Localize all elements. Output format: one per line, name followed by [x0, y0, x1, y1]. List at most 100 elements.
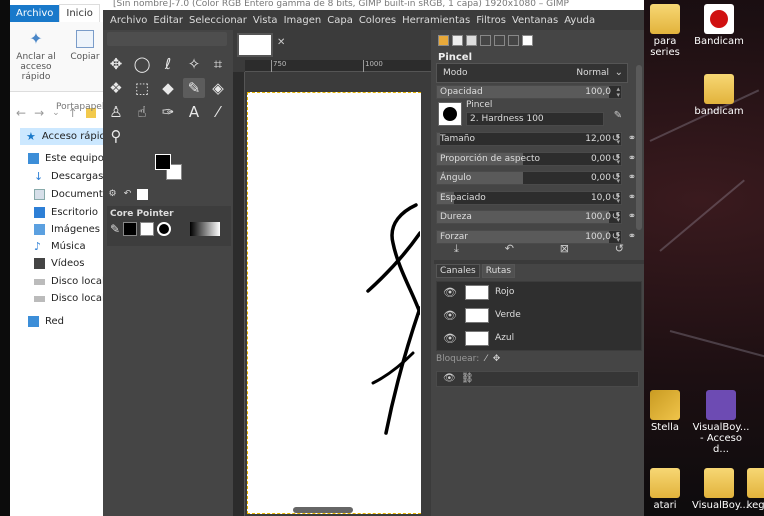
reset-icon[interactable]: ↺ [610, 211, 622, 223]
desktop-icon-bandicam[interactable]: Bandicam [692, 4, 746, 47]
pin-quick-access-button[interactable]: ✦ Anclar al acceso rápido [14, 30, 58, 83]
menu-archivo[interactable]: Archivo [107, 15, 150, 26]
menu-herramientas[interactable]: Herramientas [399, 15, 473, 26]
menu-filtros[interactable]: Filtros [473, 15, 509, 26]
slider-forzar[interactable]: Forzar 100,0 ▴ ▾ [436, 229, 622, 244]
nav-this-pc[interactable]: Este equipo [28, 153, 104, 164]
eye-icon[interactable]: 👁 [443, 310, 457, 322]
nav-desktop[interactable]: Escritorio [34, 207, 98, 218]
brushes-tab-icon[interactable] [452, 34, 463, 46]
ellipse-select-tool[interactable]: ◯ [131, 54, 153, 74]
brush-selector[interactable]: Pincel 2. Hardness 100 ✎ [436, 100, 628, 128]
desktop-icon-para-series[interactable]: para series [640, 4, 690, 58]
link-icon[interactable]: ⚭ [626, 133, 638, 145]
spin-arrows-icon[interactable]: ▴ ▾ [616, 86, 620, 99]
slider-espaciado[interactable]: Espaciado 10,0 ▴ ▾ [436, 190, 622, 205]
menu-capa[interactable]: Capa [324, 15, 356, 26]
copy-button[interactable]: Copiar [68, 30, 102, 62]
link-icon[interactable]: ⚭ [626, 192, 638, 204]
nav-music[interactable]: ♪ Música [34, 241, 86, 252]
reset-icon[interactable]: ↺ [610, 231, 622, 243]
clone-tool[interactable]: ♙ [105, 102, 127, 122]
nav-videos[interactable]: Vídeos [34, 258, 84, 269]
color-picker-tool[interactable]: ⁄ [207, 102, 229, 122]
slider-tamaño[interactable]: Tamaño 12,00 ▴ ▾ [436, 132, 622, 146]
paths-tool[interactable]: ✑ [157, 102, 179, 122]
mode-select[interactable]: Modo Normal ⌄ [436, 63, 628, 83]
eye-icon[interactable]: 👁 [443, 373, 456, 384]
zoom-tool[interactable]: ⚲ [105, 126, 127, 146]
text-tool[interactable]: A [183, 102, 205, 122]
reset-icon[interactable]: ↺ [610, 172, 622, 184]
nav-pictures[interactable]: Imágenes [34, 224, 100, 235]
crop-tool[interactable]: ⌗ [207, 54, 229, 74]
lock-position-icon[interactable]: ✥ [493, 354, 501, 364]
reset-icon[interactable]: ↺ [610, 153, 622, 165]
patterns-tab-icon[interactable] [480, 34, 491, 46]
fuzzy-select-tool[interactable]: ✧ [183, 54, 205, 74]
menu-imagen[interactable]: Imagen [281, 15, 325, 26]
tab-paths[interactable]: Rutas [481, 264, 516, 278]
eraser-tool[interactable]: ◈ [207, 78, 229, 98]
tab-archivo[interactable]: Archivo [10, 5, 60, 22]
menu-editar[interactable]: Editar [150, 15, 186, 26]
nav-disk-c[interactable]: Disco local (C: [34, 276, 105, 287]
forward-icon[interactable]: → [34, 106, 44, 120]
channel-row-blue[interactable]: 👁 Azul [437, 328, 641, 350]
nav-downloads[interactable]: ↓ Descargas [34, 171, 103, 182]
restore-options-icon[interactable]: ↶ [505, 242, 514, 256]
chain-icon[interactable]: ⛓ [461, 373, 474, 384]
canvas-image[interactable] [247, 92, 422, 514]
nav-quick-access[interactable]: ★ Acceso rápido [20, 128, 105, 145]
menu-vista[interactable]: Vista [250, 15, 281, 26]
device-status-tab-icon[interactable]: ⚙ [107, 189, 118, 200]
delete-options-icon[interactable]: ⊠ [560, 242, 569, 256]
image-tab-thumbnail[interactable] [237, 33, 273, 57]
close-icon[interactable]: ✕ [277, 38, 287, 48]
slider-ángulo[interactable]: Ángulo 0,00 ▴ ▾ [436, 171, 622, 185]
channel-row-red[interactable]: 👁 Rojo [437, 282, 641, 304]
move-tool[interactable]: ✥ [105, 54, 127, 74]
desktop-icon-stella[interactable]: Stella [640, 390, 690, 433]
menu-seleccionar[interactable]: Seleccionar [186, 15, 250, 26]
reset-icon[interactable]: ↺ [610, 133, 622, 145]
nav-network[interactable]: Red [28, 316, 64, 327]
save-options-icon[interactable]: ⤓ [454, 242, 459, 256]
palettes-tab-icon[interactable] [508, 34, 519, 46]
bucket-fill-tool[interactable]: ◆ [157, 78, 179, 98]
edit-brush-icon[interactable]: ✎ [612, 110, 624, 122]
tool-options-scrollbar[interactable] [636, 65, 642, 230]
foreground-color-swatch[interactable] [155, 154, 171, 170]
desktop-icon-atari[interactable]: atari [640, 468, 690, 511]
menu-colores[interactable]: Colores [356, 15, 399, 26]
link-icon[interactable]: ⚭ [626, 153, 638, 165]
brush-name-field[interactable]: 2. Hardness 100 [466, 112, 604, 126]
tool-options-tab-icon[interactable] [438, 34, 449, 46]
brush-preview[interactable] [438, 102, 462, 126]
slider-dureza[interactable]: Dureza 100,0 ▴ ▾ [436, 210, 622, 224]
desktop-icon-visualboy-shortcut[interactable]: VisualBoy... - Acceso d... [692, 390, 750, 455]
undo-history-tab-icon[interactable]: ↶ [122, 189, 133, 200]
eye-icon[interactable]: 👁 [443, 333, 457, 345]
back-icon[interactable]: ← [16, 106, 26, 120]
colors-tab-icon[interactable] [137, 188, 148, 200]
link-icon[interactable]: ⚭ [626, 211, 638, 223]
desktop-icon-visualboy[interactable]: VisualBoy... [692, 468, 749, 511]
document-history-tab-icon[interactable] [522, 34, 533, 46]
smudge-tool[interactable]: ☝ [131, 102, 153, 122]
nav-documents[interactable]: Documentos [34, 189, 105, 200]
tab-inicio[interactable]: Inicio [59, 4, 100, 22]
nav-disk-e[interactable]: Disco local (E:) [34, 293, 105, 304]
slider-proporción-de-aspecto[interactable]: Proporción de aspecto 0,00 ▴ ▾ [436, 151, 622, 166]
reset-icon[interactable]: ↺ [610, 192, 622, 204]
unified-transform-tool[interactable]: ⬚ [131, 78, 153, 98]
menu-ayuda[interactable]: Ayuda [561, 15, 598, 26]
menu-ventanas[interactable]: Ventanas [509, 15, 561, 26]
lasso-tool[interactable]: ℓ [157, 54, 179, 74]
channel-row-green[interactable]: 👁 Verde [437, 305, 641, 327]
tab-channels[interactable]: Canales [436, 264, 480, 278]
horizontal-scrollbar[interactable] [293, 507, 353, 513]
paintbrush-tool[interactable]: ✎ [183, 78, 205, 98]
desktop-icon-bandicam-folder[interactable]: bandicam [692, 74, 746, 117]
eye-icon[interactable]: 👁 [443, 287, 457, 299]
